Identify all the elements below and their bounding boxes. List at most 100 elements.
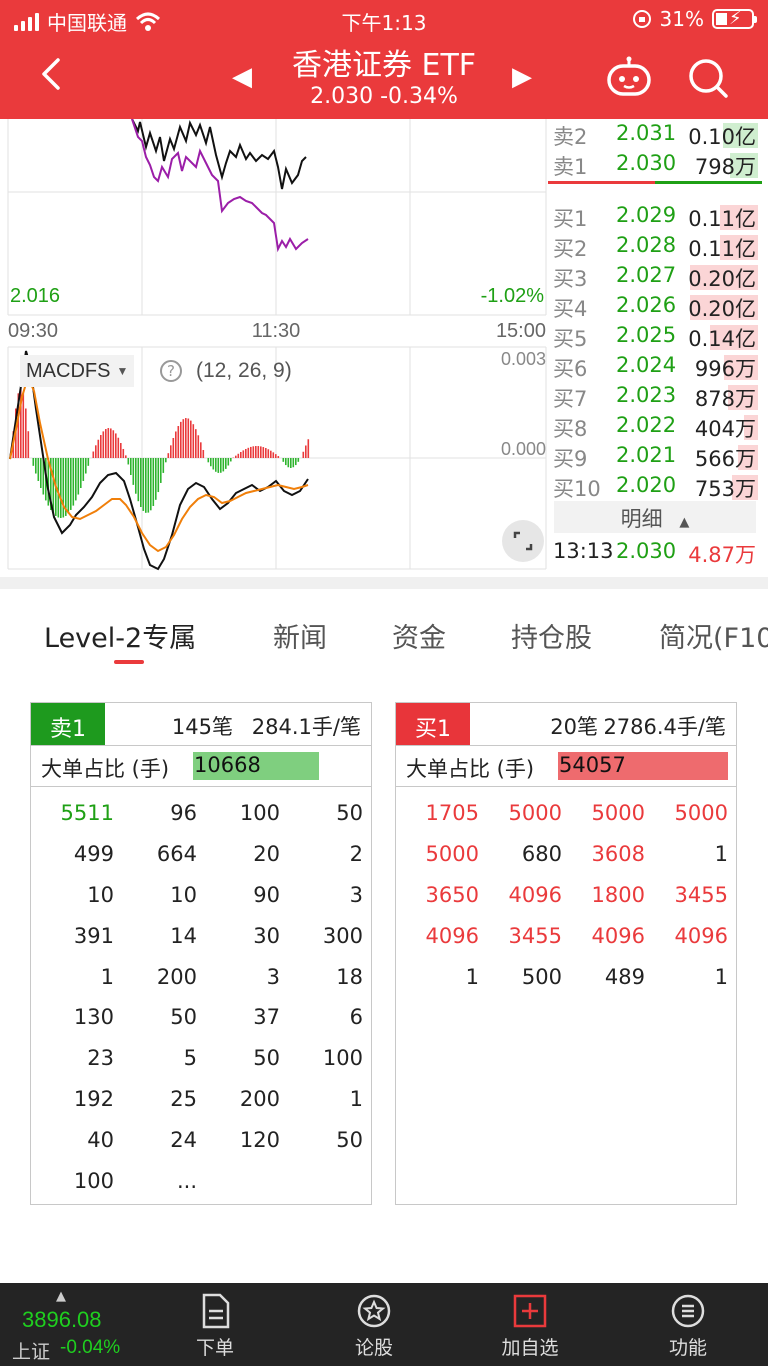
queue-cell: 1 [714, 964, 728, 989]
order-level-label: 买10 [553, 477, 601, 501]
time-label-mid: 11:30 [252, 320, 301, 342]
macd-histogram [12, 388, 310, 518]
order-book-row-bid[interactable]: 买8 2.022 404万 [548, 411, 762, 441]
order-price: 2.025 [616, 323, 677, 347]
queue-row: 1 200 3 18 [31, 956, 371, 997]
order-book-row-bid[interactable]: 买4 2.026 0.20亿 [548, 291, 762, 321]
queue-cell: 24 [170, 1127, 197, 1152]
nav-add-watchlist[interactable]: 加自选 [470, 1293, 590, 1360]
buy-ratio-label: 大单占比 (手) [406, 757, 535, 781]
orientation-lock-icon [632, 10, 651, 28]
queue-row: 5511 96 100 50 [31, 793, 371, 834]
order-level-label: 卖1 [553, 155, 588, 179]
nav-functions[interactable]: 功能 [628, 1293, 748, 1360]
queue-cell: 2 [349, 842, 363, 867]
order-volume: 0.20亿 [688, 297, 756, 321]
time-label-open: 09:30 [8, 320, 58, 342]
indicator-selector[interactable]: MACDFS ▼ [20, 355, 135, 387]
order-book-divider [548, 181, 762, 184]
indicator-params: (12, 26, 9) [196, 359, 292, 382]
order-price: 2.022 [616, 413, 677, 437]
buy-queue-grid: 1705 5000 5000 5000 5000 680 3608 1 3650 4096 1800… [396, 793, 736, 997]
order-price: 2.026 [616, 293, 677, 317]
buy-badge: 买1 [396, 703, 470, 745]
order-level-label: 买5 [553, 327, 588, 351]
order-level-label: 买9 [553, 447, 588, 471]
order-volume: 0.10亿 [688, 125, 756, 149]
expand-chart-button[interactable] [502, 520, 544, 562]
queue-cell: 100 [322, 1046, 363, 1071]
order-level-label: 买1 [553, 207, 588, 231]
order-book-row-ask[interactable]: 卖2 2.031 0.10亿 [548, 119, 762, 149]
order-volume: 878万 [694, 387, 756, 411]
order-price: 2.029 [616, 203, 677, 227]
pct-low-label: -1.02% [481, 285, 545, 307]
queue-cell: 10 [87, 882, 114, 907]
buy-ratio-value: 54057 [559, 753, 626, 777]
order-volume: 404万 [694, 417, 756, 441]
order-volume: 0.11亿 [688, 207, 756, 231]
indicator-name: MACDFS [26, 359, 111, 382]
time-label-close: 15:00 [496, 320, 546, 342]
queue-cell: 100 [73, 1168, 114, 1193]
tab-funds[interactable]: 资金 [392, 616, 446, 655]
queue-row: 23 5 50 100 [31, 1038, 371, 1079]
order-level-label: 买7 [553, 387, 588, 411]
queue-cell: 1800 [591, 882, 645, 907]
bottom-bar: ▲ 3896.08 上证 -0.04% 下单 论股 加自选 功能 [0, 1283, 768, 1366]
order-book-row-bid[interactable]: 买5 2.025 0.14亿 [548, 321, 762, 351]
queue-cell: 5000 [591, 801, 645, 826]
detail-button[interactable]: 明细 ▲ [554, 501, 756, 533]
queue-cell: 50 [170, 1005, 197, 1030]
queue-cell: 30 [253, 923, 280, 948]
order-volume: 753万 [694, 477, 756, 501]
queue-cell: 1 [349, 1086, 363, 1111]
document-icon [202, 1293, 230, 1329]
queue-cell: 25 [170, 1086, 197, 1111]
index-ticker[interactable]: ▲ 3896.08 上证 -0.04% [0, 1283, 138, 1366]
sell-queue-panel: 卖1 145笔 284.1手/笔 大单占比 (手) 10668 5511 96 10… [30, 702, 372, 1205]
order-volume: 566万 [694, 447, 756, 471]
order-book-row-bid[interactable]: 买6 2.024 996万 [548, 351, 762, 381]
order-book-row-bid[interactable]: 买7 2.023 878万 [548, 381, 762, 411]
sell-badge: 卖1 [31, 703, 105, 745]
queue-cell: 50 [336, 801, 363, 826]
sell-panel-header: 卖1 145笔 284.1手/笔 [31, 703, 371, 746]
order-level-label: 买6 [553, 357, 588, 381]
next-stock-icon[interactable]: ▶ [512, 62, 532, 92]
tab-profile[interactable]: 简况(F10 [659, 616, 768, 655]
intraday-chart[interactable]: 2.016 -1.02% 09:30 11:30 15:00 0.003 0.0… [0, 118, 548, 571]
order-book: 卖2 2.031 0.10亿 卖1 2.030 798万买1 2.029 0.11亿 买2 2.0… [548, 119, 768, 574]
order-volume: 0.14亿 [688, 327, 756, 351]
star-badge-icon [357, 1294, 391, 1328]
order-book-row-bid[interactable]: 买1 2.029 0.11亿 [548, 201, 762, 231]
queue-cell: 5000 [674, 801, 728, 826]
queue-cell: 3608 [591, 842, 645, 867]
order-book-row-bid[interactable]: 买10 2.020 753万 [548, 471, 762, 501]
order-book-row-ask[interactable]: 卖1 2.030 798万 [548, 149, 762, 179]
nav-discuss[interactable]: 论股 [314, 1293, 434, 1360]
index-change: -0.04% [60, 1337, 121, 1358]
queue-cell: 5000 [508, 801, 562, 826]
queue-cell: 5 [183, 1046, 197, 1071]
order-book-row-bid[interactable]: 买2 2.028 0.11亿 [548, 231, 762, 261]
queue-cell: 14 [170, 923, 197, 948]
order-price: 2.024 [616, 353, 677, 377]
order-book-row-bid[interactable]: 买3 2.027 0.20亿 [548, 261, 762, 291]
tab-level2[interactable]: Level-2专属 [44, 616, 196, 655]
stock-price-change: 2.030 -0.34% [310, 84, 458, 109]
robot-assistant-icon[interactable] [606, 56, 652, 98]
queue-cell: 100 [239, 801, 280, 826]
macd-zero-label: 0.000 [501, 439, 546, 459]
queue-cell: 96 [170, 801, 197, 826]
queue-row: 100... [31, 1160, 371, 1201]
order-book-row-bid[interactable]: 买9 2.021 566万 [548, 441, 762, 471]
queue-cell: 3 [266, 964, 280, 989]
search-icon[interactable] [686, 56, 730, 100]
nav-order[interactable]: 下单 [155, 1293, 275, 1360]
tab-news[interactable]: 新闻 [273, 616, 327, 655]
help-icon[interactable]: ? [160, 360, 182, 382]
queue-row: 192 25 200 1 [31, 1079, 371, 1120]
tab-holdings[interactable]: 持仓股 [511, 616, 592, 655]
queue-cell: 10 [170, 882, 197, 907]
